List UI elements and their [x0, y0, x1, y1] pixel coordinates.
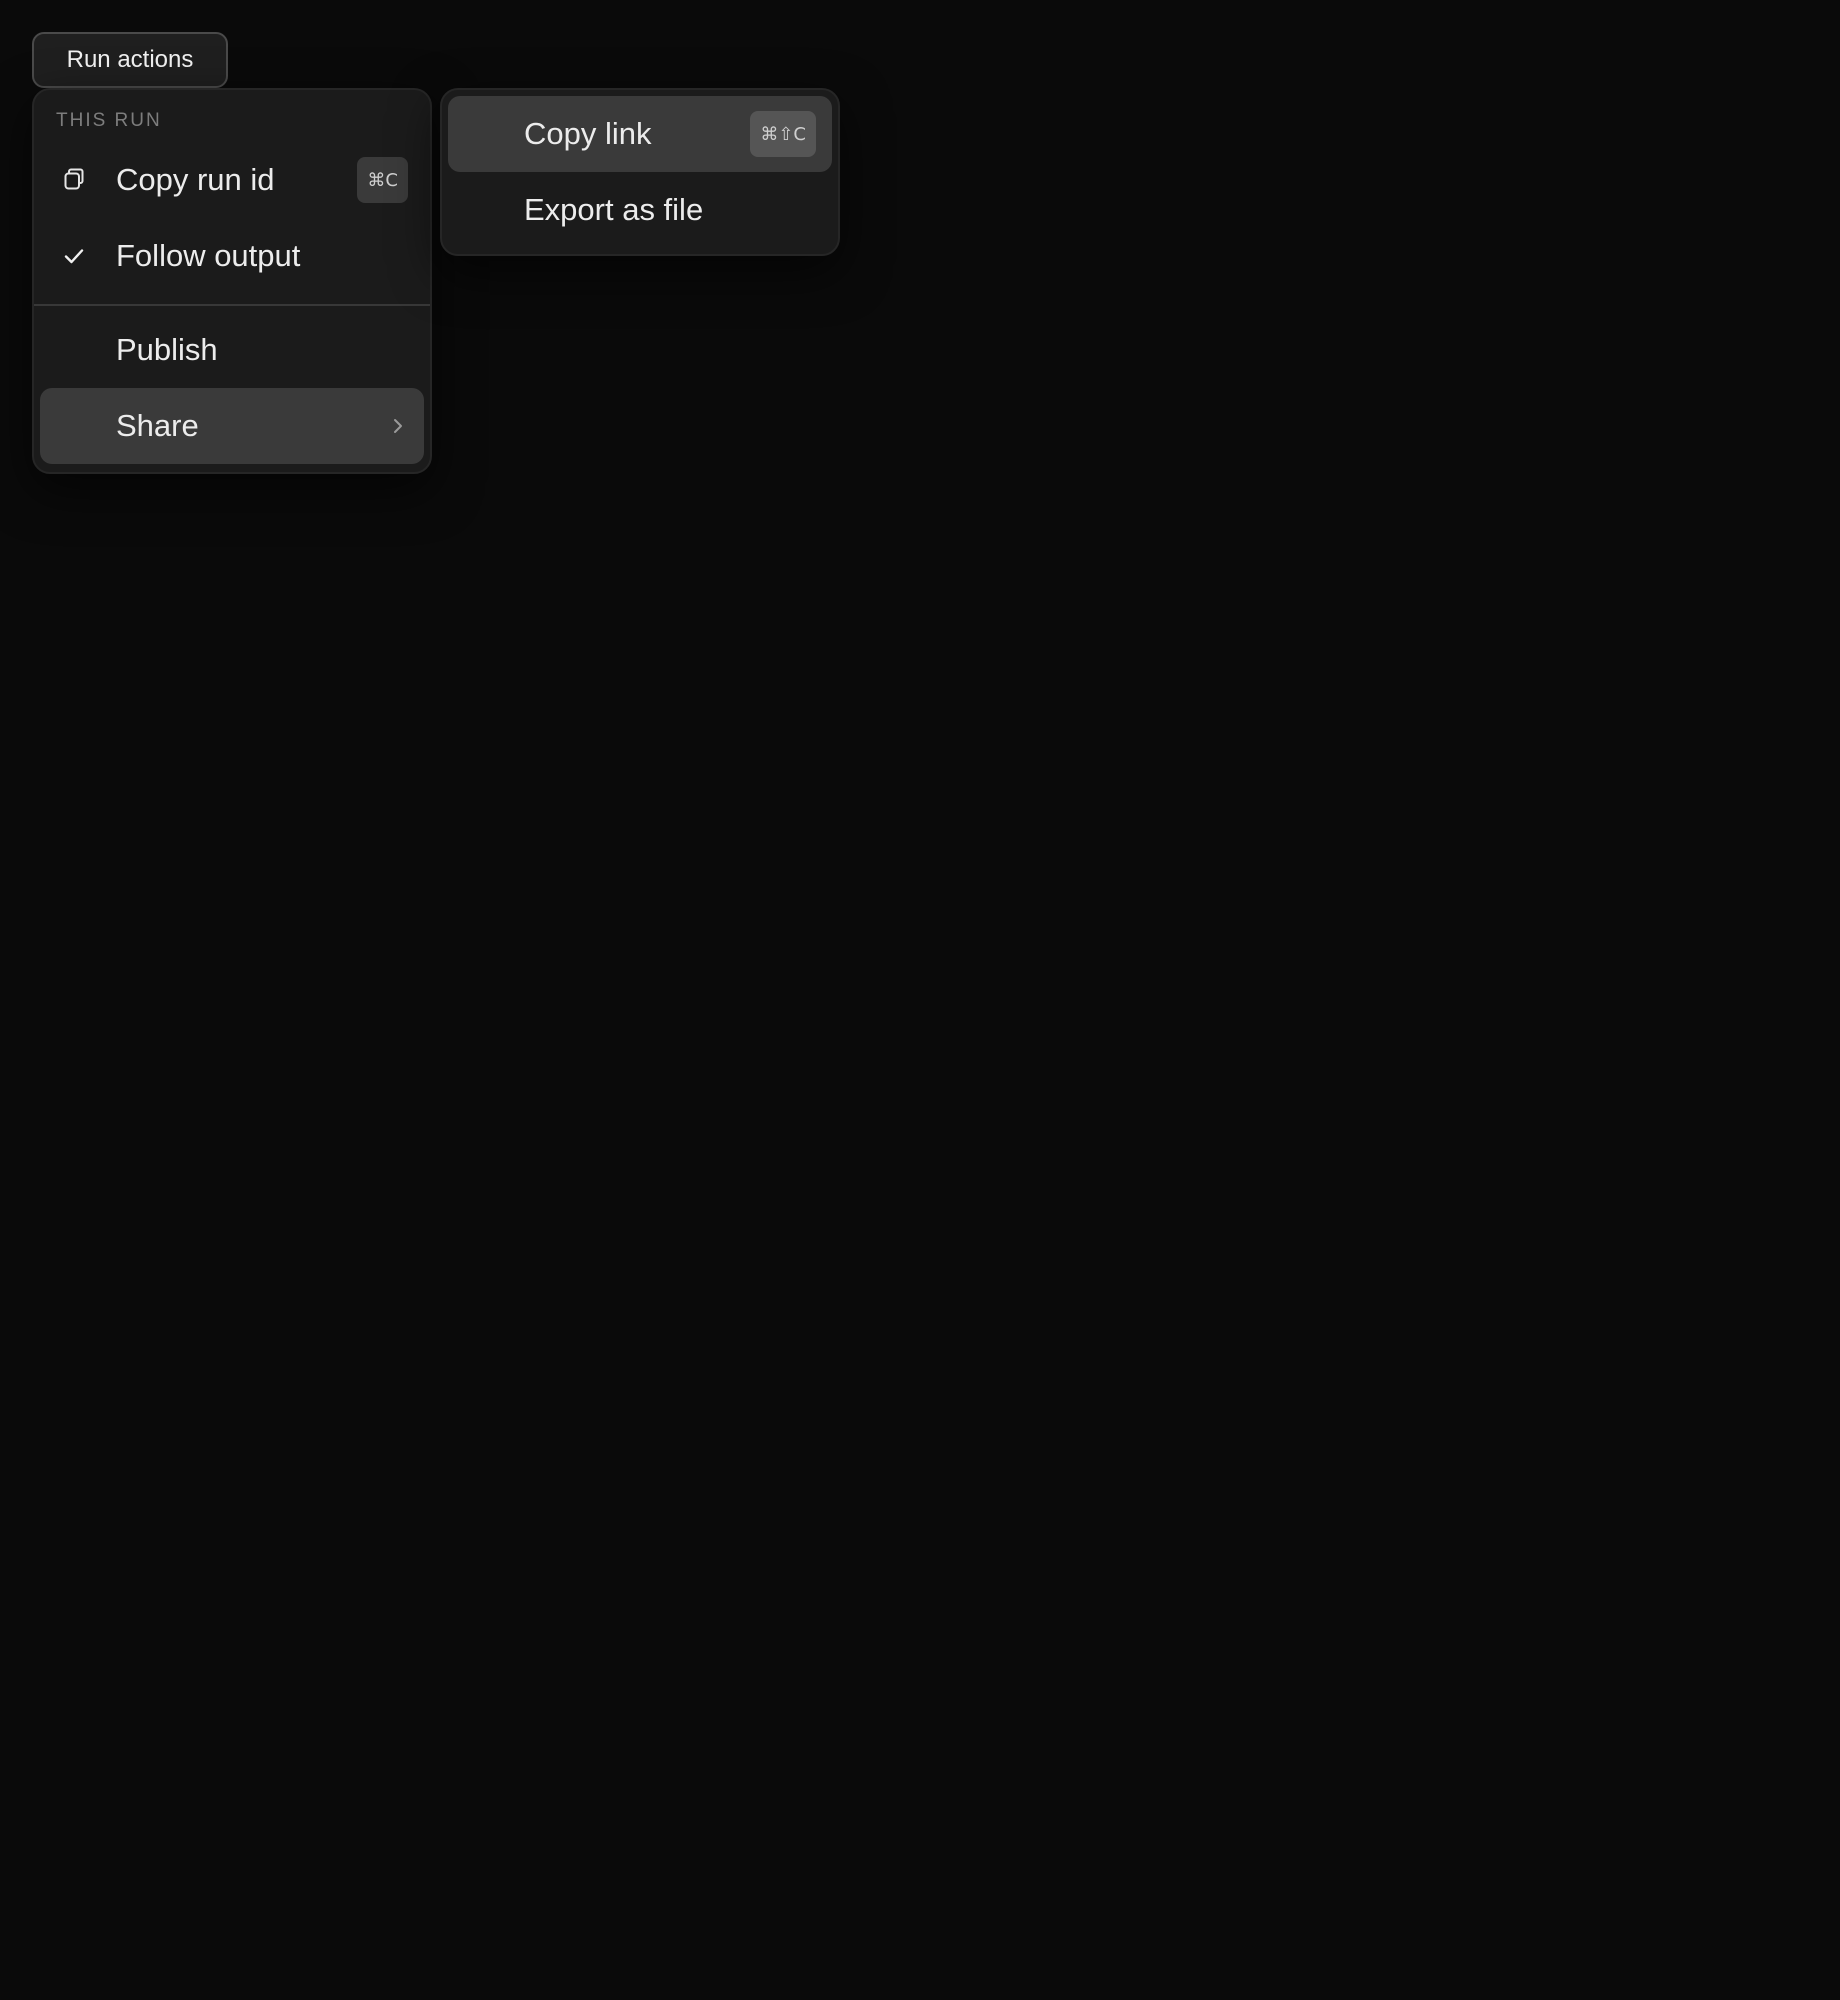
copy-icon	[60, 166, 88, 194]
menu-item-label: Copy run id	[116, 162, 275, 197]
section-label-this-run: THIS RUN	[56, 110, 162, 131]
menu-item-share[interactable]: Share	[40, 388, 424, 464]
menu-item-publish[interactable]: Publish	[40, 312, 424, 388]
submenu-item-label: Export as file	[524, 192, 704, 227]
menu-separator	[34, 304, 430, 306]
shortcut-badge: ⌘C	[357, 157, 408, 203]
check-icon	[60, 242, 88, 270]
submenu-item-export-as-file[interactable]: Export as file	[448, 172, 832, 248]
menu-item-follow-output[interactable]: Follow output	[40, 218, 424, 294]
run-actions-menu: THIS RUN Copy run id ⌘C Follow output Pu…	[32, 88, 432, 474]
chevron-right-icon	[390, 414, 406, 438]
submenu-item-copy-link[interactable]: Copy link ⌘⇧C	[448, 96, 832, 172]
share-submenu: Copy link ⌘⇧C Export as file	[440, 88, 840, 256]
run-actions-button[interactable]: Run actions	[32, 32, 228, 88]
menu-item-copy-run-id[interactable]: Copy run id ⌘C	[40, 142, 424, 218]
submenu-item-label: Copy link	[524, 116, 652, 151]
shortcut-badge: ⌘⇧C	[750, 111, 816, 157]
menu-item-label: Share	[116, 408, 199, 443]
menu-item-label: Publish	[116, 332, 218, 367]
menu-item-label: Follow output	[116, 238, 301, 273]
